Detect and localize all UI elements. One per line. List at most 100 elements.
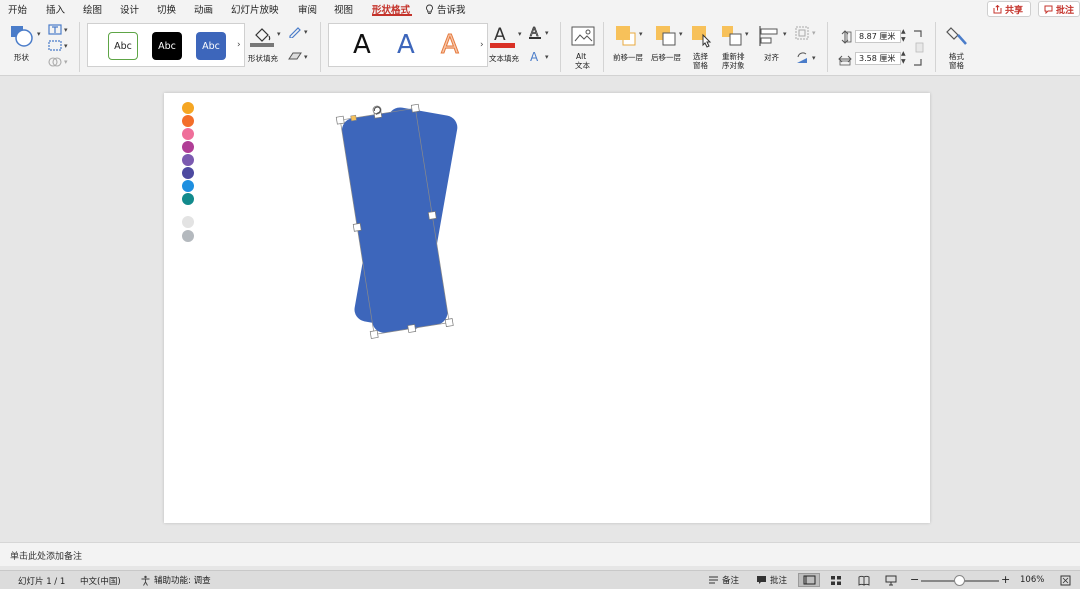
chevron-down-icon[interactable]: ▾ xyxy=(679,30,683,38)
shape-height-input[interactable]: 8.87 厘米 xyxy=(855,30,901,43)
edit-shape-button[interactable] xyxy=(48,24,62,38)
height-stepper-up[interactable]: ▲ xyxy=(901,28,906,35)
notes-toggle-label: 备注 xyxy=(722,576,740,586)
gallery-next-icon[interactable]: › xyxy=(237,40,241,50)
resize-handle-top-right[interactable] xyxy=(410,103,420,113)
wordart-style-blue[interactable]: A xyxy=(397,30,415,60)
tab-transitions[interactable]: 切换 xyxy=(157,2,176,16)
pen-icon xyxy=(289,27,301,39)
chevron-down-icon[interactable]: ▾ xyxy=(518,30,522,38)
tab-draw[interactable]: 绘图 xyxy=(83,2,102,16)
chevron-down-icon[interactable]: ▾ xyxy=(812,54,816,62)
alt-text-button[interactable] xyxy=(571,26,595,49)
bring-forward-button[interactable] xyxy=(614,24,638,51)
style-solid-black[interactable]: Abc xyxy=(152,32,182,60)
wordart-style-orange[interactable]: A xyxy=(441,30,460,61)
tab-insert[interactable]: 插入 xyxy=(46,2,65,16)
chevron-down-icon[interactable]: ▾ xyxy=(304,28,308,36)
merge-shapes-button[interactable] xyxy=(48,56,62,70)
reorder-objects-button[interactable] xyxy=(720,24,744,51)
resize-handle-bottom-left[interactable] xyxy=(369,330,379,339)
tab-view[interactable]: 视图 xyxy=(334,2,353,16)
reorder-label-line1: 重新排 xyxy=(722,52,745,61)
style-solid-blue[interactable]: Abc xyxy=(196,32,226,60)
comment-icon xyxy=(1044,5,1053,14)
normal-view-button[interactable] xyxy=(798,573,820,587)
text-effects-button[interactable]: A xyxy=(528,49,542,66)
send-backward-button[interactable] xyxy=(654,24,678,51)
adjust-handle[interactable] xyxy=(350,114,357,122)
chevron-down-icon[interactable]: ▾ xyxy=(277,30,281,38)
height-stepper-down[interactable]: ▼ xyxy=(901,36,906,43)
resize-handle-bottom-right[interactable] xyxy=(444,318,454,327)
shape-effects-button[interactable] xyxy=(288,51,302,66)
tab-animations[interactable]: 动画 xyxy=(194,2,213,16)
share-icon xyxy=(993,4,1002,13)
group-button[interactable] xyxy=(795,26,809,43)
gallery-next-icon[interactable]: › xyxy=(480,40,484,50)
align-button[interactable] xyxy=(758,24,782,51)
shapes-button[interactable] xyxy=(10,24,36,48)
zoom-in-button[interactable]: + xyxy=(1001,573,1010,586)
resize-handle-right[interactable] xyxy=(427,211,437,220)
chevron-down-icon[interactable]: ▾ xyxy=(64,58,68,66)
tab-design[interactable]: 设计 xyxy=(120,2,139,16)
group-icon xyxy=(795,26,809,40)
edit-points-icon xyxy=(48,40,62,51)
share-button[interactable]: 共享 xyxy=(987,1,1031,17)
wordart-style-black[interactable]: A xyxy=(353,30,371,60)
edit-points-button[interactable] xyxy=(48,40,62,54)
editing-canvas[interactable] xyxy=(0,76,1080,542)
tab-review[interactable]: 审阅 xyxy=(298,2,317,16)
chevron-down-icon[interactable]: ▾ xyxy=(37,30,41,38)
tab-home[interactable]: 开始 xyxy=(8,2,27,16)
notes-pane[interactable]: 单击此处添加备注 xyxy=(0,542,1080,566)
notes-placeholder[interactable]: 单击此处添加备注 xyxy=(10,549,82,562)
text-fill-button[interactable]: A xyxy=(490,23,516,52)
chevron-down-icon[interactable]: ▾ xyxy=(304,53,308,61)
chevron-down-icon[interactable]: ▾ xyxy=(64,26,68,34)
shapes-label: 形状 xyxy=(14,53,29,62)
chevron-down-icon[interactable]: ▾ xyxy=(783,30,787,38)
fit-to-window-icon[interactable] xyxy=(1060,575,1071,586)
slide[interactable] xyxy=(164,93,930,523)
svg-text:A: A xyxy=(494,25,506,45)
resize-handle-top-left[interactable] xyxy=(335,115,345,125)
rotate-button[interactable] xyxy=(795,51,809,68)
chevron-down-icon[interactable]: ▾ xyxy=(639,30,643,38)
chevron-down-icon[interactable]: ▾ xyxy=(545,53,549,61)
shape-width-input[interactable]: 3.58 厘米 xyxy=(855,52,901,65)
reading-view-icon[interactable] xyxy=(858,575,870,586)
zoom-level[interactable]: 106% xyxy=(1020,575,1044,585)
slideshow-icon[interactable] xyxy=(885,575,897,586)
chevron-down-icon[interactable]: ▾ xyxy=(812,29,816,37)
ribbon-separator xyxy=(603,22,604,72)
zoom-slider-thumb[interactable] xyxy=(954,575,965,586)
selection-pane-button[interactable] xyxy=(690,24,714,51)
comments-toggle-button[interactable]: 批注 xyxy=(756,574,787,586)
chevron-down-icon[interactable]: ▾ xyxy=(745,30,749,38)
resize-handle-left[interactable] xyxy=(352,222,362,232)
notes-toggle-button[interactable]: 备注 xyxy=(708,574,739,586)
width-stepper-down[interactable]: ▼ xyxy=(901,58,906,65)
language-indicator[interactable]: 中文(中国) xyxy=(80,575,121,587)
accessibility-checker[interactable]: 辅助功能: 调查 xyxy=(140,574,211,586)
resize-handle-bottom[interactable] xyxy=(407,324,417,333)
tab-slideshow[interactable]: 幻灯片放映 xyxy=(231,2,279,16)
width-stepper-up[interactable]: ▲ xyxy=(901,50,906,57)
slide-sorter-icon[interactable] xyxy=(830,575,842,586)
status-bar: 幻灯片 1 / 1 中文(中国) 辅助功能: 调查 备注 批注 − + 106% xyxy=(0,570,1080,589)
zoom-out-button[interactable]: − xyxy=(910,573,919,586)
chevron-down-icon[interactable]: ▾ xyxy=(64,42,68,50)
rotate-handle[interactable] xyxy=(372,105,382,115)
shape-fill-button[interactable] xyxy=(250,23,276,52)
shape-outline-button[interactable] xyxy=(288,26,302,41)
text-outline-button[interactable]: A xyxy=(528,25,542,42)
tell-me-search[interactable]: 告诉我 xyxy=(425,2,466,16)
chevron-down-icon[interactable]: ▾ xyxy=(545,29,549,37)
format-pane-button[interactable] xyxy=(946,24,970,51)
style-outline-green[interactable]: Abc xyxy=(108,32,138,60)
comments-toggle-label: 批注 xyxy=(770,576,788,586)
lock-aspect-ratio-icon[interactable] xyxy=(912,30,924,66)
comments-button[interactable]: 批注 xyxy=(1038,1,1080,17)
